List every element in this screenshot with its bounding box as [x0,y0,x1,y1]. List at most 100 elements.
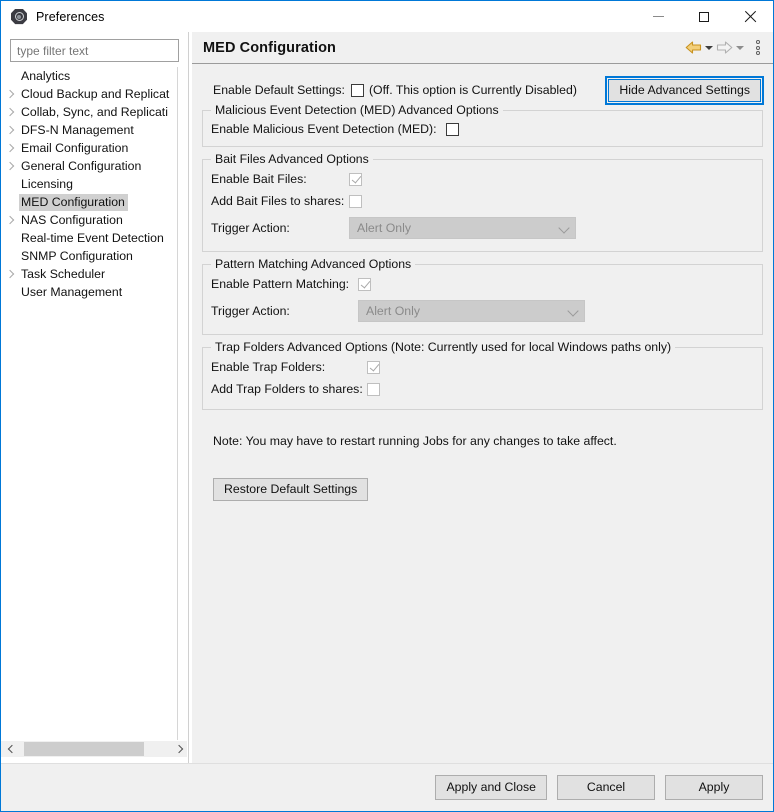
preference-page: MED Configuration Enable Default Setting… [192,32,773,763]
tree-vertical-scrollbar[interactable] [176,67,187,740]
chevron-right-icon[interactable] [3,122,19,138]
enable-trap-folders-row: Enable Trap Folders: [211,357,754,377]
preferences-window: Preferences Analytics [0,0,774,812]
chevron-right-icon[interactable] [3,140,19,156]
maximize-button[interactable] [681,2,727,32]
bait-files-trigger-action-label: Trigger Action: [211,221,290,235]
filter-container [1,32,187,65]
title-bar: Preferences [1,1,773,32]
group-title: Malicious Event Detection (MED) Advanced… [211,103,503,117]
sidebar-item-label: User Management [21,284,123,299]
hscroll-track[interactable] [18,741,170,757]
add-trap-folders-to-shares-label: Add Trap Folders to shares: [211,382,363,396]
bait-files-trigger-action-value: Alert Only [357,221,411,235]
bait-files-trigger-action-combo[interactable]: Alert Only [349,217,576,239]
enable-bait-files-row: Enable Bait Files: [211,169,754,189]
apply-and-close-button[interactable]: Apply and Close [435,775,547,800]
sidebar-item-licensing[interactable]: Licensing [1,175,176,193]
sidebar-item-snmp-configuration[interactable]: SNMP Configuration [1,247,176,265]
sidebar-item-task-scheduler[interactable]: Task Scheduler [1,265,176,283]
tree-expander-placeholder [3,284,19,300]
preferences-sidebar: Analytics Cloud Backup and Replicat Coll… [1,32,187,763]
forward-history-dropdown[interactable] [734,41,745,54]
tree-expander-placeholder [3,176,19,192]
enable-pattern-matching-checkbox[interactable] [358,277,371,291]
chevron-down-icon [559,222,571,234]
maximize-icon [699,11,709,22]
back-button[interactable] [685,37,702,59]
pattern-matching-trigger-action-label: Trigger Action: [211,304,290,318]
enable-bait-files-checkbox[interactable] [349,172,362,186]
view-menu-icon [756,40,760,44]
view-menu-button[interactable] [751,40,765,56]
add-trap-folders-to-shares-row: Add Trap Folders to shares: [211,379,754,399]
enable-bait-files-label: Enable Bait Files: [211,172,307,186]
sidebar-item-user-management[interactable]: User Management [1,283,176,301]
chevron-right-icon[interactable] [3,266,19,282]
med-advanced-options-group: Malicious Event Detection (MED) Advanced… [202,103,763,147]
enable-default-settings-label: Enable Default Settings: [213,83,345,97]
restart-note: Note: You may have to restart running Jo… [213,434,617,448]
sidebar-item-dfs-n-management[interactable]: DFS-N Management [1,121,176,139]
filter-input[interactable] [10,39,179,62]
sidebar-item-email-configuration[interactable]: Email Configuration [1,139,176,157]
sidebar-item-label: MED Configuration [19,193,128,211]
enable-trap-folders-checkbox[interactable] [367,360,380,374]
minimize-button[interactable] [635,2,681,32]
enable-pattern-matching-label: Enable Pattern Matching: [211,277,350,291]
chevron-right-icon[interactable] [3,86,19,102]
sidebar-item-analytics[interactable]: Analytics [1,67,176,85]
pattern-matching-trigger-action-combo[interactable]: Alert Only [358,300,585,322]
tree-expander-placeholder [3,248,19,264]
trap-folders-advanced-options-group: Trap Folders Advanced Options (Note: Cur… [202,340,763,410]
cancel-button[interactable]: Cancel [557,775,655,800]
chevron-down-icon [704,45,713,50]
close-button[interactable] [727,2,773,32]
sidebar-item-label: Email Configuration [21,140,129,155]
scroll-right-button[interactable] [170,741,187,757]
sidebar-item-label: Analytics [21,68,71,83]
group-title: Bait Files Advanced Options [211,152,373,166]
sidebar-item-label: Cloud Backup and Replicat [21,86,170,101]
sidebar-item-nas-configuration[interactable]: NAS Configuration [1,211,176,229]
forward-button[interactable] [716,37,733,59]
enable-med-checkbox[interactable] [445,122,459,136]
group-title: Pattern Matching Advanced Options [211,257,416,271]
chevron-right-icon [176,746,182,752]
sidebar-item-label: Licensing [21,176,73,191]
minimize-icon [652,16,664,17]
chevron-right-icon[interactable] [3,212,19,228]
chevron-down-icon [735,45,744,50]
group-title: Trap Folders Advanced Options (Note: Cur… [211,340,676,354]
chevron-down-icon [568,305,580,317]
page-title: MED Configuration [203,39,336,56]
chevron-right-icon[interactable] [3,158,19,174]
tree-expander-placeholder [3,230,19,246]
sidebar-item-label: Collab, Sync, and Replicati [21,104,168,119]
back-history-dropdown[interactable] [703,41,714,54]
pattern-matching-trigger-action-value: Alert Only [366,304,420,318]
enable-default-settings-row: Enable Default Settings: (Off. This opti… [202,75,764,105]
preferences-app-icon [11,8,27,25]
enable-default-settings-checkbox[interactable] [350,83,364,97]
hide-advanced-settings-button[interactable]: Hide Advanced Settings [605,75,764,105]
restore-default-settings-button[interactable]: Restore Default Settings [213,478,369,501]
preference-tree-wrap: Analytics Cloud Backup and Replicat Coll… [1,67,187,740]
hscroll-thumb[interactable] [24,742,144,756]
sidebar-item-med-configuration[interactable]: MED Configuration [1,193,176,211]
scroll-left-button[interactable] [1,741,18,757]
sidebar-item-real-time-event-detection[interactable]: Real-time Event Detection [1,229,176,247]
apply-button[interactable]: Apply [665,775,763,800]
close-icon [744,11,756,23]
sidebar-item-general-configuration[interactable]: General Configuration [1,157,176,175]
add-bait-files-to-shares-checkbox[interactable] [349,194,362,208]
sidebar-item-collab-sync-and-replication[interactable]: Collab, Sync, and Replicati [1,103,176,121]
enable-pattern-matching-row: Enable Pattern Matching: [211,274,754,294]
enable-med-row: Enable Malicious Event Detection (MED): [211,119,754,139]
sidebar-item-cloud-backup-and-replication[interactable]: Cloud Backup and Replicat [1,85,176,103]
page-header: MED Configuration [192,32,773,64]
add-trap-folders-to-shares-checkbox[interactable] [367,382,380,396]
tree-horizontal-scrollbar[interactable] [1,740,187,757]
bait-files-advanced-options-group: Bait Files Advanced Options Enable Bait … [202,152,763,252]
chevron-right-icon[interactable] [3,104,19,120]
